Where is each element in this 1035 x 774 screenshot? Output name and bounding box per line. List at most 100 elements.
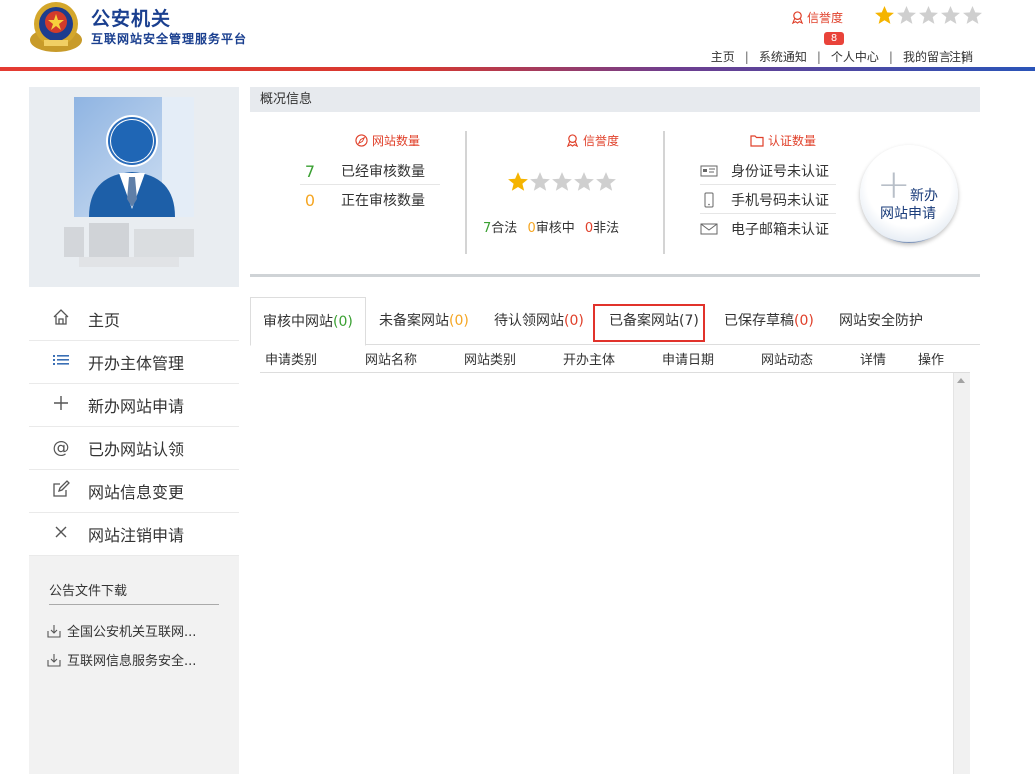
menu-label: 主页 — [88, 311, 121, 330]
menu-item-site-cancel[interactable]: 网站注销申请 — [29, 513, 239, 556]
message-badge: 8 — [824, 32, 844, 45]
tab-unfiled[interactable]: 未备案网站(0) — [379, 297, 469, 345]
download-icon — [47, 653, 61, 667]
header-star-rating — [874, 5, 983, 26]
auth-title: 认证数量 — [750, 132, 816, 149]
at-icon: @ — [52, 438, 70, 458]
column-divider — [663, 131, 665, 254]
menu-item-new-site[interactable]: 新办网站申请 — [29, 384, 239, 427]
profile-card — [29, 87, 239, 287]
col-apply-date: 申请日期 — [662, 353, 715, 368]
tab-filed[interactable]: 已备案网站(7) — [609, 297, 699, 345]
tab-label: 网站安全防护 — [839, 313, 923, 329]
tab-count: (7) — [679, 313, 699, 329]
folder-icon — [750, 135, 764, 147]
nav-logout[interactable]: 注销 — [949, 48, 973, 65]
nav-personal-center[interactable]: 个人中心 — [831, 48, 879, 65]
left-sidebar: 主页 开办主体管理 新办网站申请 @ 已办网站认领 网站信息变更 网站注销申请 … — [29, 87, 239, 774]
tab-count: (0) — [564, 313, 584, 329]
menu-label: 已办网站认领 — [88, 440, 185, 459]
star-icon — [963, 6, 982, 24]
col-details: 详情 — [860, 353, 887, 368]
ribbon-icon — [566, 134, 579, 147]
username-redacted — [64, 223, 194, 267]
menu-item-home[interactable]: 主页 — [29, 298, 239, 341]
tab-label: 已备案网站 — [609, 313, 679, 329]
star-icon — [897, 6, 916, 24]
notice-label: 互联网信息服务安全... — [67, 654, 197, 669]
auth-phone-label: 手机号码未认证 — [731, 193, 829, 209]
pending-label: 审核中 — [535, 221, 575, 236]
auth-id-label: 身份证号未认证 — [731, 164, 829, 180]
menu-item-claim-site[interactable]: @ 已办网站认领 — [29, 427, 239, 470]
home-icon — [51, 308, 71, 331]
plus-icon — [51, 394, 71, 417]
compass-icon — [355, 134, 368, 147]
tab-label: 已保存草稿 — [724, 313, 794, 329]
new-site-apply-button[interactable]: + 新办 网站申请 — [860, 145, 958, 243]
menu-item-entity-management[interactable]: 开办主体管理 — [29, 341, 239, 384]
row-divider — [700, 184, 836, 185]
star-icon — [508, 172, 528, 191]
menu-label: 网站信息变更 — [88, 483, 185, 502]
credit-title-text: 信誉度 — [583, 134, 620, 148]
reviewing-label: 正在审核数量 — [341, 193, 425, 209]
site-count-title-text: 网站数量 — [372, 134, 421, 148]
close-icon — [51, 523, 71, 546]
star-icon — [919, 6, 938, 24]
overview-title: 概况信息 — [250, 87, 980, 112]
site-tabs: 审核中网站(0) 未备案网站(0) 待认领网站(0) 已备案网站(7) 已保存草… — [250, 297, 980, 346]
table-scrollbar[interactable] — [953, 373, 970, 774]
new-site-line2: 网站申请 — [880, 206, 936, 222]
menu-label: 网站注销申请 — [88, 526, 185, 545]
tab-label: 未备案网站 — [379, 313, 449, 329]
row-divider — [300, 184, 440, 185]
notice-divider — [49, 604, 219, 605]
row-divider — [700, 213, 836, 214]
tab-security[interactable]: 网站安全防护 — [839, 297, 923, 345]
stat-reviewing: 0 正在审核数量 — [298, 190, 425, 210]
illegal-count: 0 — [584, 221, 594, 236]
nav-home[interactable]: 主页 — [711, 48, 735, 65]
site-header: 公安机关 互联网站安全管理服务平台 信誉度 8 主页 | 系统通知 | 个人中心… — [0, 0, 1035, 71]
star-icon — [941, 6, 960, 24]
auth-email-label: 电子邮箱未认证 — [731, 222, 829, 238]
star-icon — [552, 172, 572, 191]
auth-phone: 手机号码未认证 — [700, 190, 829, 210]
ribbon-icon — [791, 11, 804, 24]
list-icon — [51, 351, 71, 374]
tab-to-claim[interactable]: 待认领网站(0) — [494, 297, 584, 345]
star-icon — [596, 172, 616, 191]
brand-title: 公安机关 — [91, 8, 172, 30]
notice-item[interactable]: 全国公安机关互联网... — [47, 621, 196, 640]
notice-title: 公告文件下载 — [49, 584, 128, 599]
nav-my-messages[interactable]: 我的留言 — [903, 48, 951, 65]
menu-label: 开办主体管理 — [88, 354, 185, 373]
mail-icon — [700, 223, 718, 235]
notice-item[interactable]: 互联网信息服务安全... — [47, 650, 196, 669]
col-actions: 操作 — [918, 353, 945, 368]
tab-under-review[interactable]: 审核中网站(0) — [250, 297, 366, 346]
col-site-category: 网站类别 — [464, 353, 517, 368]
nav-notifications[interactable]: 系统通知 — [759, 48, 807, 65]
star-icon — [875, 6, 894, 24]
scroll-up-arrow-icon[interactable] — [957, 378, 965, 383]
col-entity: 开办主体 — [563, 353, 616, 368]
new-site-line1: 新办 — [910, 188, 938, 204]
id-card-icon — [700, 165, 718, 177]
tab-drafts[interactable]: 已保存草稿(0) — [724, 297, 814, 345]
pending-count: 0 — [527, 221, 536, 236]
reviewed-count: 7 — [304, 161, 316, 181]
reviewed-label: 已经审核数量 — [341, 164, 425, 180]
user-avatar — [74, 97, 194, 217]
notice-label: 全国公安机关互联网... — [67, 625, 197, 640]
table-header-line — [260, 372, 970, 373]
police-emblem-logo — [30, 2, 82, 52]
menu-label: 新办网站申请 — [88, 397, 185, 416]
col-site-status: 网站动态 — [761, 353, 814, 368]
brand-subtitle: 互联网站安全管理服务平台 — [91, 32, 248, 46]
credit-star-rating — [507, 171, 617, 193]
menu-item-site-change[interactable]: 网站信息变更 — [29, 470, 239, 513]
stat-reviewed: 7 已经审核数量 — [298, 161, 425, 181]
auth-title-text: 认证数量 — [768, 134, 817, 148]
